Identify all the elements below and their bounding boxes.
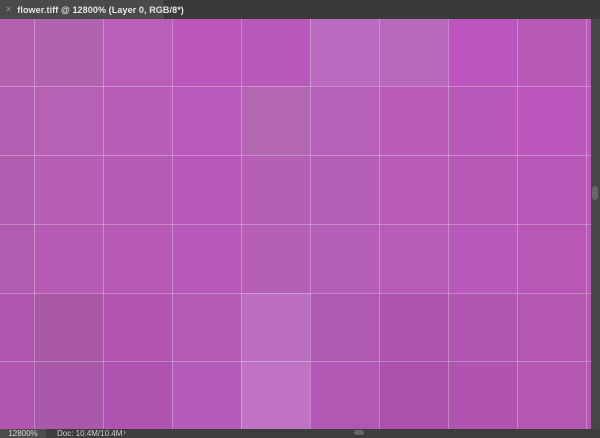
pixel-cell [448,361,517,429]
horizontal-scrollbar-thumb[interactable] [354,430,364,435]
pixel-cell [0,86,34,155]
pixel-cell [0,224,34,293]
pixel-cell [103,155,172,224]
pixel-cell [0,293,34,361]
pixel-cell [448,224,517,293]
pixel-grid-line-horizontal [0,224,591,225]
pixel-grid-line-horizontal [0,293,591,294]
pixel-cell [0,19,34,86]
pixel-cell [310,361,379,429]
pixel-cell [379,19,448,86]
pixel-cell [379,224,448,293]
status-bar: 12800% Doc: 10.4M/10.4M › [0,429,600,438]
pixel-cell [103,293,172,361]
document-tab-bar: × flower.tiff @ 12800% (Layer 0, RGB/8*) [0,0,600,19]
pixel-cell [34,155,103,224]
pixel-cell [172,361,241,429]
pixel-cell [379,155,448,224]
pixel-cell [103,86,172,155]
pixel-cell [379,86,448,155]
pixel-cell [379,361,448,429]
pixel-cell [517,224,586,293]
close-icon[interactable]: × [6,5,11,14]
pixel-cell [517,361,586,429]
pixel-cell [310,155,379,224]
pixel-cell [241,19,310,86]
pixel-cell [379,293,448,361]
pixel-cell [172,224,241,293]
status-popup-chevron[interactable]: › [123,428,126,437]
pixel-cell [241,155,310,224]
image-canvas[interactable] [0,19,591,429]
pixel-cell [0,361,34,429]
pixel-cell [448,155,517,224]
document-tab[interactable]: × flower.tiff @ 12800% (Layer 0, RGB/8*) [0,0,165,19]
document-tab-title: flower.tiff @ 12800% (Layer 0, RGB/8*) [17,5,184,15]
zoom-level-field[interactable]: 12800% [0,429,46,438]
vertical-scrollbar[interactable] [591,19,600,429]
pixel-cell [517,155,586,224]
vertical-scrollbar-thumb[interactable] [592,186,598,200]
pixel-cell [34,224,103,293]
pixel-cell [517,86,586,155]
pixel-grid-line-horizontal [0,86,591,87]
pixel-cell [310,293,379,361]
pixel-cell [448,19,517,86]
pixel-cell [34,293,103,361]
pixel-cell [310,86,379,155]
pixel-grid-line-horizontal [0,155,591,156]
pixel-cell [241,224,310,293]
pixel-grid-line-horizontal [0,361,591,362]
doc-size-info: Doc: 10.4M/10.4M [57,429,122,438]
pixel-cell [34,19,103,86]
photoshop-window: × flower.tiff @ 12800% (Layer 0, RGB/8*)… [0,0,600,438]
pixel-cell [172,155,241,224]
pixel-cell [0,155,34,224]
pixel-cell [34,361,103,429]
pixel-cell [34,86,103,155]
pixel-cell [517,293,586,361]
pixel-cell [172,86,241,155]
pixel-cell [310,224,379,293]
pixel-cell [241,361,310,429]
pixel-cell [103,224,172,293]
pixel-cell [103,19,172,86]
pixel-cell [448,293,517,361]
pixel-cell [448,86,517,155]
pixel-cell [241,86,310,155]
pixel-cell [517,19,586,86]
pixel-cell [241,293,310,361]
pixel-cell [172,19,241,86]
pixel-cell [310,19,379,86]
pixel-cell [103,361,172,429]
pixel-cell [172,293,241,361]
